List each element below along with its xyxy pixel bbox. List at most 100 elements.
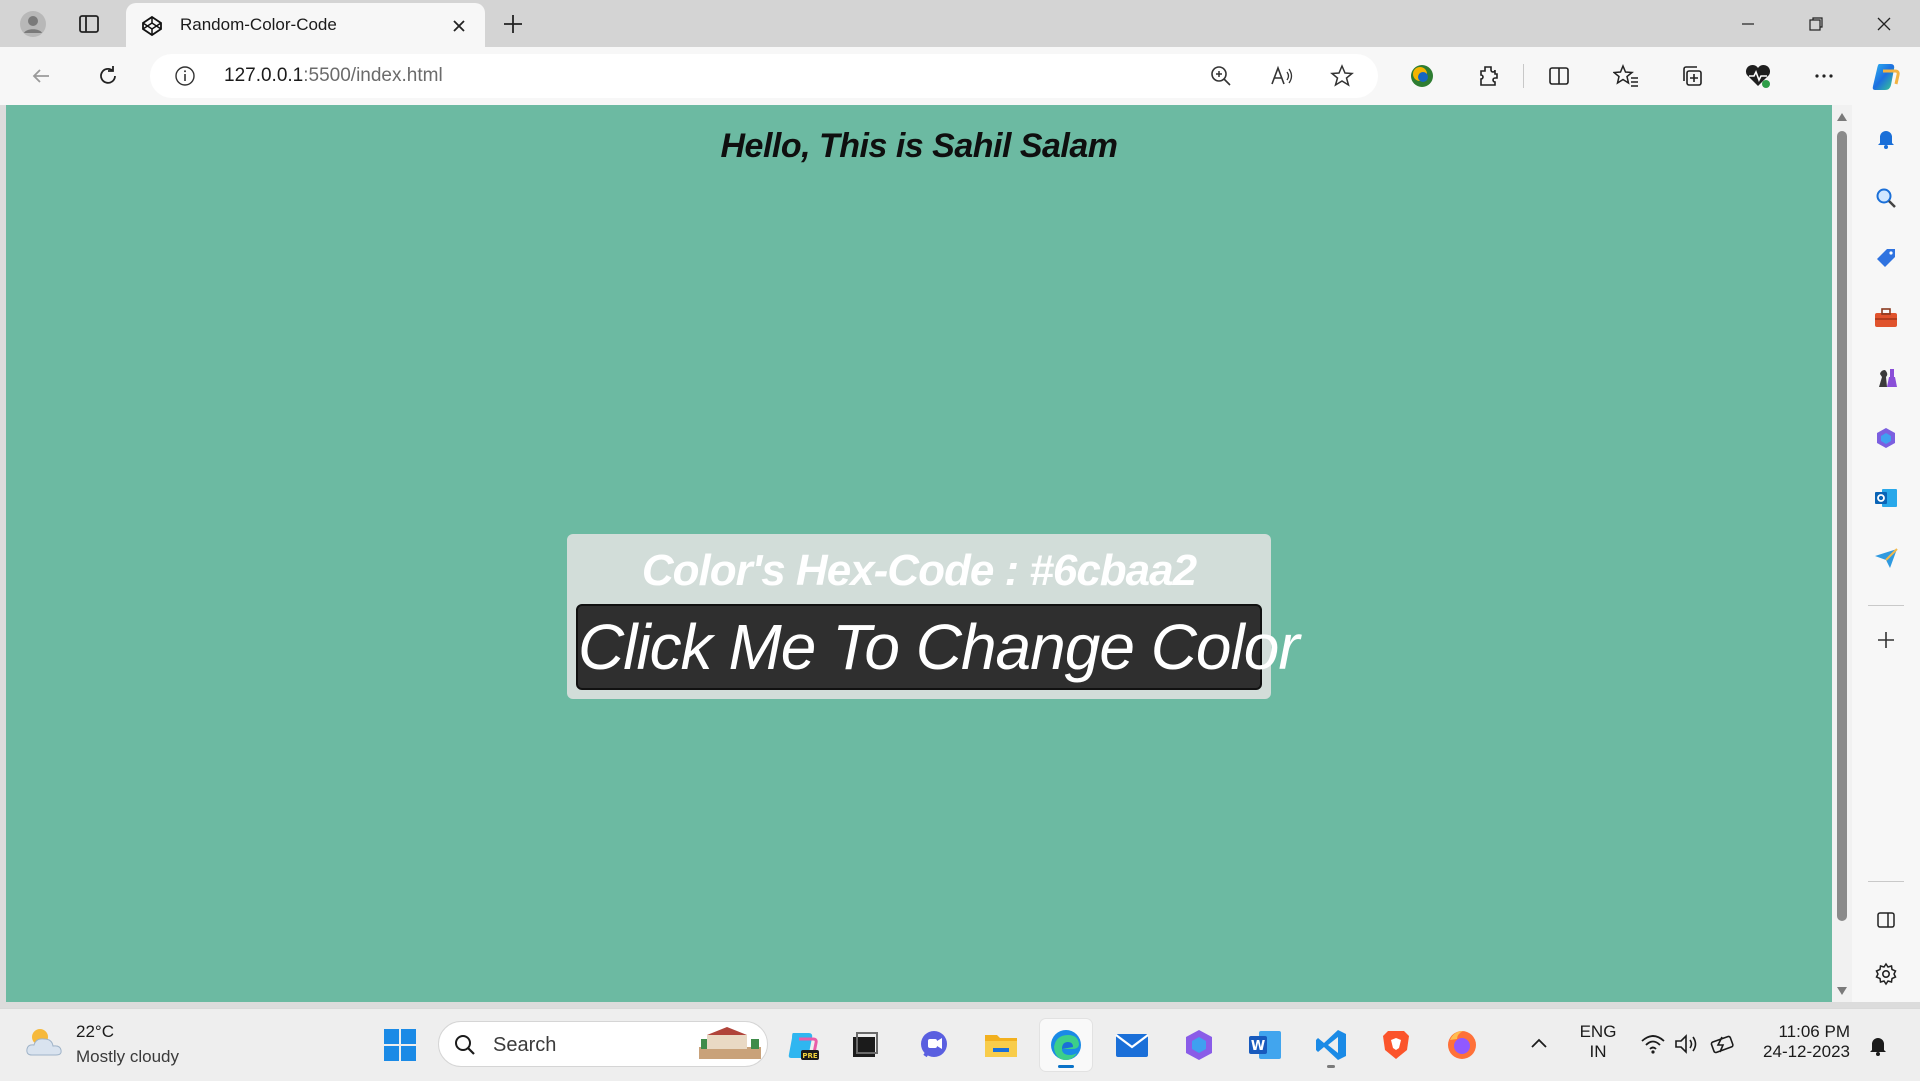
url-path: :5500/index.html xyxy=(303,65,443,86)
hex-code-label: Color's Hex-Code : #6cbaa2 xyxy=(641,546,1197,595)
new-tab-button[interactable] xyxy=(495,6,531,42)
refresh-button[interactable] xyxy=(89,57,127,95)
url-host: 127.0.0.1 xyxy=(224,65,304,86)
page-heading: Hello, This is Sahil Salam xyxy=(720,127,1118,165)
sidebar-separator-bottom xyxy=(1868,881,1904,882)
microsoft-365-icon[interactable] xyxy=(1866,418,1906,458)
send-paper-plane-icon[interactable] xyxy=(1866,538,1906,578)
language-code: ENG xyxy=(1579,1022,1617,1041)
vscode-icon xyxy=(1316,1030,1346,1060)
notifications-bell-icon[interactable] xyxy=(1866,118,1906,158)
chat-bubble-icon xyxy=(921,1031,947,1058)
weather-description: Mostly cloudy xyxy=(76,1047,179,1066)
favorites-icon[interactable] xyxy=(1607,57,1645,95)
collections-icon[interactable] xyxy=(1673,57,1711,95)
tab-random-color-code[interactable]: Random-Color-Code xyxy=(126,3,485,48)
start-button[interactable] xyxy=(374,1019,426,1071)
shopping-tag-icon[interactable] xyxy=(1866,238,1906,278)
minimize-icon xyxy=(1742,22,1754,25)
clock[interactable]: 11:06 PM 24-12-2023 xyxy=(1754,1022,1850,1062)
firefox-icon xyxy=(1448,1031,1476,1059)
search-icon xyxy=(455,1035,475,1055)
tab-actions-icon[interactable] xyxy=(69,4,109,44)
refresh-icon xyxy=(100,66,116,84)
battery-charging-icon[interactable] xyxy=(1710,1033,1738,1059)
page-scrollbar[interactable] xyxy=(1832,105,1852,1002)
address-bar[interactable]: 127.0.0.1:5500/index.html xyxy=(150,54,1378,98)
page-viewport: Hello, This is Sahil Salam Color's Hex-C… xyxy=(6,105,1832,1002)
region-code: IN xyxy=(1589,1042,1607,1061)
clock-date: 24-12-2023 xyxy=(1763,1042,1850,1061)
more-menu-icon[interactable] xyxy=(1805,57,1843,95)
scrollbar-thumb[interactable] xyxy=(1837,131,1847,921)
plus-icon xyxy=(504,15,522,33)
copilot-button[interactable] xyxy=(1866,57,1906,97)
games-chess-icon[interactable] xyxy=(1866,358,1906,398)
restore-button[interactable] xyxy=(1782,0,1850,47)
taskbar-search-box[interactable]: Search xyxy=(438,1021,768,1067)
edge-browser-icon xyxy=(1051,1030,1081,1060)
word-icon: W xyxy=(1249,1031,1281,1059)
copilot-preview-icon: PRE xyxy=(788,1033,819,1060)
windows-logo-icon xyxy=(384,1029,416,1061)
profile-icon[interactable] xyxy=(13,4,53,44)
search-label: Search xyxy=(493,1034,557,1056)
hide-sidebar-icon[interactable] xyxy=(1866,900,1906,940)
wifi-icon[interactable] xyxy=(1640,1033,1666,1059)
show-hidden-icons-chevron-icon[interactable] xyxy=(1528,1033,1550,1059)
site-info-icon[interactable] xyxy=(174,65,196,91)
split-screen-icon[interactable] xyxy=(1540,57,1578,95)
taskbar-app-terminal[interactable] xyxy=(839,1019,891,1071)
outlook-icon[interactable] xyxy=(1866,478,1906,518)
favorite-star-icon[interactable] xyxy=(1326,60,1358,92)
scroll-up-arrow-icon[interactable] xyxy=(1836,111,1848,123)
browser-toolbar: 127.0.0.1:5500/index.html xyxy=(0,47,1920,105)
color-card: Color's Hex-Code : #6cbaa2 Click Me To C… xyxy=(567,534,1300,699)
taskbar-app-brave[interactable] xyxy=(1370,1019,1422,1071)
taskbar-app-vscode[interactable] xyxy=(1305,1019,1357,1071)
back-button[interactable] xyxy=(22,57,60,95)
extensions-icon[interactable] xyxy=(1469,57,1507,95)
notification-bell-icon[interactable] xyxy=(1866,1033,1890,1061)
terminal-icon xyxy=(853,1032,878,1057)
settings-gear-icon[interactable] xyxy=(1866,954,1906,994)
svg-text:W: W xyxy=(1251,1039,1265,1054)
microsoft-365-app-icon xyxy=(1186,1030,1212,1060)
read-aloud-icon[interactable] xyxy=(1266,60,1298,92)
taskbar-app-copilot-preview[interactable]: PRE xyxy=(777,1019,829,1071)
browser-essentials-icon[interactable] xyxy=(1739,57,1777,95)
windows-taskbar: 22°C Mostly cloudy Search PRE W ENG IN 1… xyxy=(0,1008,1920,1081)
vpn-extension-icon[interactable] xyxy=(1403,57,1441,95)
tools-briefcase-icon[interactable] xyxy=(1866,298,1906,338)
close-icon xyxy=(1877,17,1891,30)
running-app-indicator xyxy=(1327,1065,1335,1068)
close-window-button[interactable] xyxy=(1850,0,1918,47)
minimize-button[interactable] xyxy=(1714,0,1782,47)
brave-lion-icon xyxy=(1383,1031,1409,1059)
taskbar-app-word[interactable]: W xyxy=(1239,1019,1291,1071)
taskbar-app-file-explorer[interactable] xyxy=(975,1019,1027,1071)
search-sidebar-icon[interactable] xyxy=(1866,178,1906,218)
mail-envelope-icon xyxy=(1115,1034,1149,1057)
weather-temperature: 22°C xyxy=(76,1022,114,1041)
taskbar-app-edge[interactable] xyxy=(1040,1019,1092,1071)
folder-icon xyxy=(985,1035,1017,1057)
taskbar-app-firefox[interactable] xyxy=(1436,1019,1488,1071)
change-color-button[interactable]: Click Me To Change Color xyxy=(576,604,1300,690)
close-tab-icon[interactable] xyxy=(448,15,470,37)
volume-icon[interactable] xyxy=(1674,1033,1700,1059)
weather-cloudy-icon[interactable] xyxy=(24,1025,66,1063)
back-arrow-icon xyxy=(32,69,49,83)
add-sidebar-app-icon[interactable] xyxy=(1866,620,1906,660)
taskbar-app-discord[interactable] xyxy=(908,1019,960,1071)
restore-icon xyxy=(1809,16,1823,31)
url-text[interactable]: 127.0.0.1:5500/index.html xyxy=(224,65,443,87)
zoom-icon[interactable] xyxy=(1205,60,1237,92)
svg-text:PRE: PRE xyxy=(802,1052,818,1060)
taskbar-app-microsoft-365[interactable] xyxy=(1173,1019,1225,1071)
search-highlight-illustration-icon xyxy=(699,1027,761,1059)
copilot-icon xyxy=(1872,64,1900,90)
input-language[interactable]: ENG IN xyxy=(1574,1022,1622,1062)
taskbar-app-mail[interactable] xyxy=(1106,1019,1158,1071)
scroll-down-arrow-icon[interactable] xyxy=(1836,985,1848,997)
